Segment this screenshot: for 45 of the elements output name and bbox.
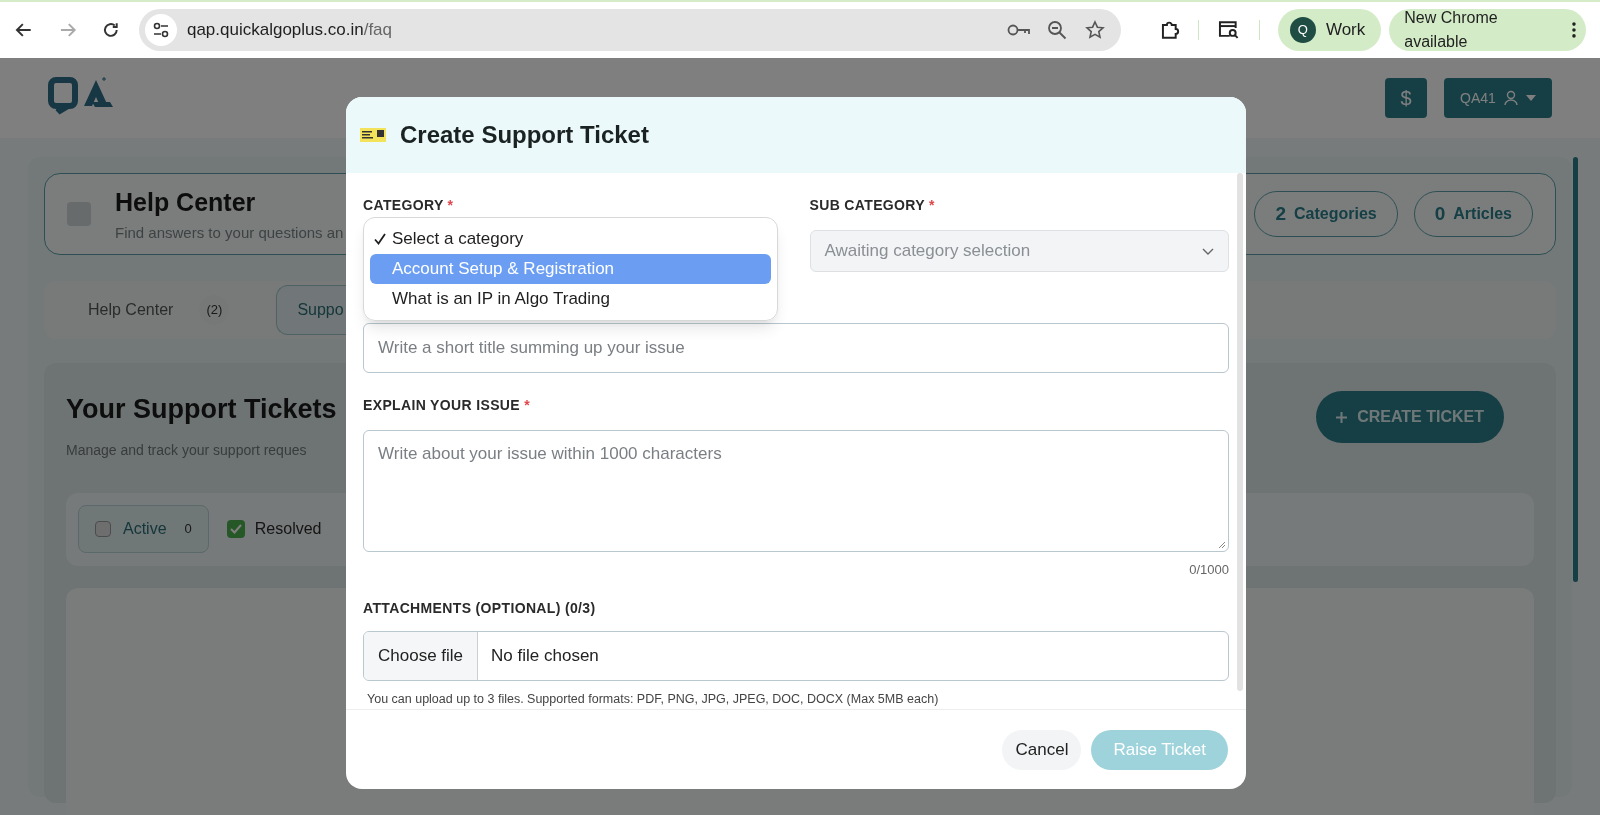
ticket-icon [360, 128, 386, 142]
zoom-out-icon[interactable] [1046, 20, 1067, 40]
profile-name: Work [1325, 19, 1366, 42]
create-ticket-button[interactable]: CREATE TICKET [1316, 391, 1504, 443]
cancel-button[interactable]: Cancel [1002, 729, 1082, 770]
scrollbar[interactable] [1573, 157, 1578, 582]
dropdown-option[interactable]: What is an IP in Algo Trading [370, 284, 771, 314]
tickets-subtitle: Manage and track your support reques [66, 440, 308, 460]
checkmark-icon [374, 233, 386, 245]
filter-button[interactable]: Resolved [226, 505, 322, 553]
reload-icon[interactable] [101, 20, 121, 40]
field-label: EXPLAIN YOUR ISSUE * [363, 396, 532, 415]
key-icon[interactable] [1006, 22, 1031, 38]
tab-search-icon[interactable] [1217, 19, 1241, 41]
title-input-field[interactable]: Write a short title summing up your issue [363, 323, 1229, 373]
address-bar[interactable]: qap.quickalgoplus.co.in/faq [138, 9, 1121, 51]
update-label: New Chrome available [1404, 8, 1499, 52]
dropdown-option[interactable]: Account Setup & Registration [370, 254, 771, 284]
dropdown-option[interactable]: Select a category [370, 224, 771, 254]
filter-button[interactable]: Active 0 [78, 505, 209, 553]
star-icon[interactable] [1084, 20, 1105, 40]
tickets-title: Your Support Tickets [66, 393, 337, 426]
account-button[interactable]: QA41 [1444, 78, 1552, 118]
user-icon [1503, 90, 1518, 106]
more-icon[interactable] [1572, 22, 1576, 38]
field-label: CATEGORY * [363, 196, 455, 215]
help-center-subtitle: Find answers to your questions an [115, 222, 344, 243]
plus-icon [1336, 411, 1348, 423]
update-chip[interactable]: New Chrome available [1389, 9, 1586, 51]
help-center-title: Help Center [115, 187, 257, 218]
chevron-down-icon [1202, 247, 1214, 255]
url-text: qap.quickalgoplus.co.in/faq [186, 19, 393, 42]
issue-textarea[interactable]: Write about your issue within 1000 characters [363, 430, 1229, 552]
tab[interactable]: Help Center (2) [88, 285, 230, 335]
site-settings-icon[interactable] [151, 21, 170, 39]
caret-icon [1525, 95, 1536, 101]
profile-chip[interactable]: Q Work [1277, 9, 1382, 51]
character-counter: 0/1000 [1189, 561, 1229, 579]
file-input-field[interactable]: Choose file No file chosen [363, 630, 1229, 681]
field-label: ATTACHMENTS (OPTIONAL) (0/3) [363, 598, 597, 618]
currency-button[interactable]: $ [1385, 78, 1427, 118]
resize-handle-icon[interactable] [1218, 541, 1226, 549]
dialog-title: Create Support Ticket [400, 120, 649, 150]
field-label: SUB CATEGORY * [809, 196, 936, 215]
attachments-hint: You can upload up to 3 files. Supported formats: PDF, PNG, JPG, JPEG, DOC, DOCX (Max 5MB each) [367, 690, 940, 708]
